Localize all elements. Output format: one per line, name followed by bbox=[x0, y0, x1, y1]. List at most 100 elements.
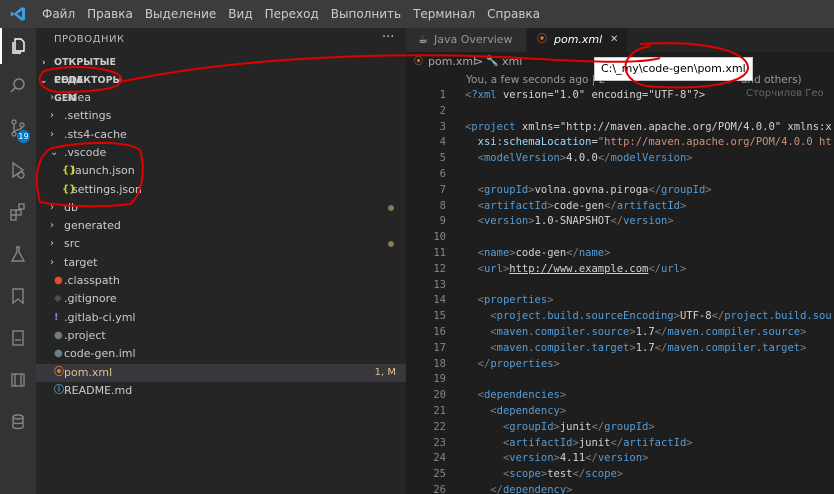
menu-item[interactable]: Справка bbox=[481, 0, 546, 28]
close-icon[interactable]: ✕ bbox=[610, 28, 618, 52]
code-line[interactable]: 24 <version>4.11</version> bbox=[406, 451, 834, 467]
tree-folder[interactable]: › generated bbox=[36, 217, 406, 235]
modified-dot bbox=[388, 241, 394, 248]
code-line[interactable]: 21 <dependency> bbox=[406, 404, 834, 420]
code-line[interactable]: 9 <version>1.0-SNAPSHOT</version> bbox=[406, 214, 834, 230]
extensions-icon[interactable] bbox=[0, 194, 36, 230]
bookmarks-icon[interactable] bbox=[0, 278, 36, 314]
tree-item-label: .gitlab-ci.yml bbox=[64, 310, 136, 324]
code-line[interactable]: 3 <project xmlns="http://maven.apache.org… bbox=[406, 120, 834, 136]
menu-item[interactable]: Терминал bbox=[407, 0, 481, 28]
blame-codelens[interactable]: You, a few seconds ago | 2 and others) bbox=[466, 72, 802, 88]
wrench-icon: 🔧 bbox=[486, 56, 499, 67]
tree-file[interactable]: {} launch.json bbox=[36, 162, 406, 180]
code-line[interactable]: 22 <groupId>junit</groupId> bbox=[406, 420, 834, 436]
search-icon[interactable] bbox=[0, 68, 36, 104]
tree-item-label: generated bbox=[64, 219, 121, 233]
code-line[interactable]: 8 <artifactId>code-gen</artifactId> bbox=[406, 199, 834, 215]
tree-file[interactable]: ! .gitlab-ci.yml bbox=[36, 309, 406, 327]
tree-file[interactable]: ● .project bbox=[36, 327, 406, 345]
line-text: <modelVersion>4.0.0</modelVersion> bbox=[477, 152, 693, 165]
more-actions-icon[interactable]: ··· bbox=[382, 30, 394, 45]
line-text: <scope>test</scope> bbox=[502, 468, 624, 481]
tree-item-label: .idea bbox=[64, 91, 92, 104]
path-tooltip: C:\_my\code-gen\pom.xml bbox=[594, 57, 753, 81]
line-number: 24 bbox=[433, 452, 446, 465]
code-line[interactable]: 10 bbox=[406, 230, 834, 246]
code-line[interactable]: 5 <modelVersion>4.0.0</modelVersion> bbox=[406, 151, 834, 167]
modified-dot bbox=[388, 204, 394, 211]
line-number: 1 bbox=[439, 89, 446, 101]
line-text: <?xml version="1.0" encoding="UTF-8"?> bbox=[465, 89, 706, 101]
breadcrumb-symbol[interactable]: xml bbox=[502, 52, 522, 72]
menu-item[interactable]: Правка bbox=[81, 0, 139, 28]
book-icon[interactable] bbox=[0, 320, 36, 356]
git-status-badge: 1, M bbox=[374, 366, 396, 378]
code-line[interactable]: 11 <name>code-gen</name> bbox=[406, 246, 834, 262]
code-line[interactable]: 4 xsi:schemaLocation="http://maven.apach… bbox=[406, 135, 834, 151]
tree-file[interactable]: ● .classpath bbox=[36, 272, 406, 290]
line-text: <project.build.sourceEncoding>UTF-8</pro… bbox=[490, 310, 832, 323]
line-text: <maven.compiler.target>1.7</maven.compil… bbox=[490, 341, 807, 354]
tree-folder[interactable]: › .sts4-cache bbox=[36, 126, 406, 144]
breadcrumb-file[interactable]: pom.xml bbox=[428, 52, 476, 72]
tree-folder[interactable]: › .settings bbox=[36, 107, 406, 125]
tree-folder[interactable]: › target bbox=[36, 254, 406, 272]
code-line[interactable]: 26 </dependency> bbox=[406, 483, 834, 494]
line-text: </properties> bbox=[477, 357, 560, 370]
tab-java-overview[interactable]: ☕ Java Overview bbox=[406, 28, 526, 52]
line-number: 21 bbox=[433, 405, 446, 417]
tree-file[interactable]: ⓘ README.md bbox=[36, 382, 406, 400]
tree-file[interactable]: ● code-gen.iml bbox=[36, 345, 406, 363]
tree-item-label: db bbox=[64, 200, 78, 214]
tree-folder[interactable]: › src bbox=[36, 235, 406, 253]
code-line[interactable]: 2 bbox=[406, 104, 834, 120]
testing-icon[interactable] bbox=[0, 236, 36, 272]
rss-xml-icon: ⦿ bbox=[54, 366, 64, 378]
line-text: <maven.compiler.source>1.7</maven.compil… bbox=[490, 326, 807, 338]
tab-pom-xml[interactable]: ⦿ pom.xml ✕ bbox=[527, 28, 627, 52]
java-overview-icon: ☕ bbox=[418, 33, 428, 46]
code-line[interactable]: 25 <scope>test</scope> bbox=[406, 467, 834, 483]
tree-folder[interactable]: › .idea bbox=[36, 89, 406, 107]
line-text: <dependencies> bbox=[477, 389, 567, 402]
menu-item[interactable]: Выделение bbox=[139, 0, 222, 28]
tree-file[interactable]: ⦿ pom.xml 1, M bbox=[36, 363, 406, 382]
code-line[interactable]: 19 bbox=[406, 372, 834, 388]
explorer-icon[interactable] bbox=[0, 28, 36, 64]
line-number: 10 bbox=[433, 231, 446, 244]
code-line[interactable]: 15 <project.build.sourceEncoding>UTF-8</… bbox=[406, 309, 834, 325]
line-number: 19 bbox=[433, 373, 446, 386]
run-debug-icon[interactable] bbox=[0, 152, 36, 188]
tree-file[interactable]: ◆ .gitignore bbox=[36, 290, 406, 308]
tree-folder[interactable]: › db bbox=[36, 199, 406, 217]
code-line[interactable]: 18 </properties> bbox=[406, 357, 834, 373]
tree-file[interactable]: {} settings.json bbox=[36, 181, 406, 199]
line-text: <version>1.0-SNAPSHOT</version> bbox=[477, 215, 674, 228]
menu-item[interactable]: Вид bbox=[222, 0, 258, 28]
explorer-title: ПРОВОДНИК bbox=[54, 34, 125, 45]
code-line[interactable]: 23 <artifactId>junit</artifactId> bbox=[406, 436, 834, 452]
tree-item-label: launch.json bbox=[72, 164, 135, 178]
code-line[interactable]: 13 bbox=[406, 278, 834, 294]
line-number: 26 bbox=[433, 484, 446, 494]
tree-folder[interactable]: ⌄ .vscode bbox=[36, 144, 406, 162]
code-line[interactable]: 20 <dependencies> bbox=[406, 388, 834, 404]
code-line[interactable]: 6 bbox=[406, 167, 834, 183]
code-line[interactable]: 16 <maven.compiler.source>1.7</maven.com… bbox=[406, 325, 834, 341]
docker-icon[interactable] bbox=[0, 362, 36, 398]
tree-item-label: README.md bbox=[64, 383, 133, 397]
code-line[interactable]: 7 <groupId>volna.govna.piroga</groupId> bbox=[406, 183, 834, 199]
chevron-right-icon: › bbox=[50, 110, 54, 122]
code-line[interactable]: 12 <url>http://www.example.com</url> bbox=[406, 262, 834, 278]
file-icon: ● bbox=[54, 275, 63, 286]
file-icon: ◆ bbox=[54, 293, 62, 305]
database-icon[interactable] bbox=[0, 404, 36, 440]
line-number: 13 bbox=[433, 278, 446, 291]
code-line[interactable]: 17 <maven.compiler.target>1.7</maven.com… bbox=[406, 341, 834, 357]
code-line[interactable]: 14 <properties> bbox=[406, 293, 834, 309]
menu-item[interactable]: Выполнить bbox=[325, 0, 407, 28]
line-number: 9 bbox=[439, 215, 446, 228]
menu-item[interactable]: Переход bbox=[259, 0, 325, 28]
menu-item[interactable]: Файл bbox=[36, 0, 81, 28]
